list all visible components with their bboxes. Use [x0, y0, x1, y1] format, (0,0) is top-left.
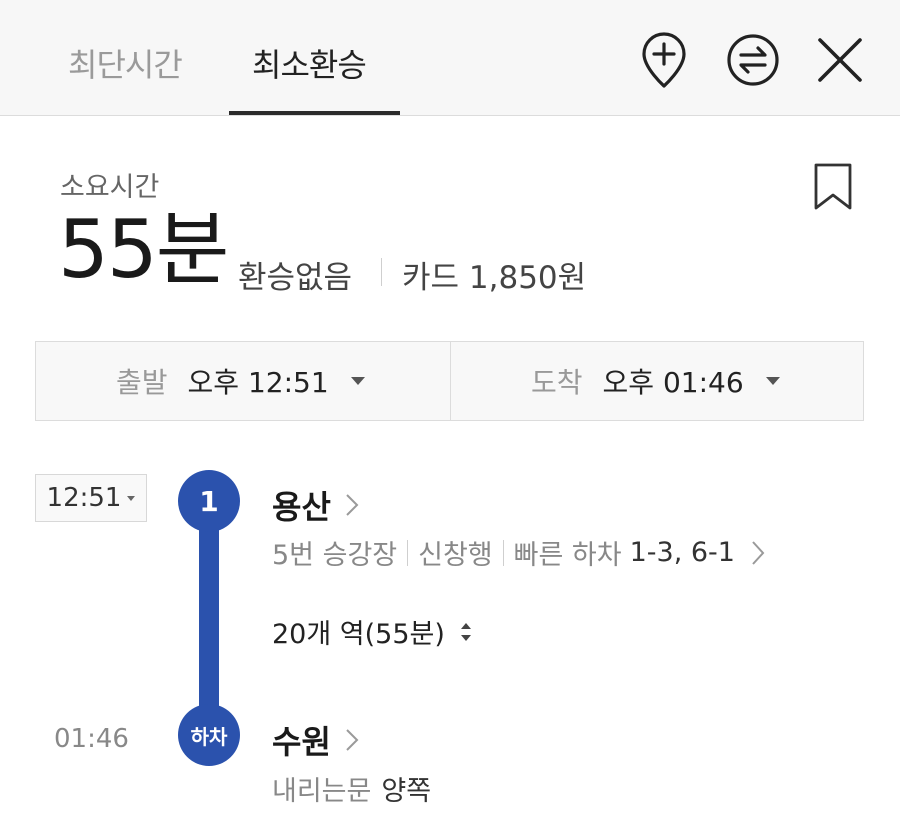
subway-line-segment: [199, 530, 219, 710]
expand-updown-icon: [460, 622, 471, 641]
train-direction: 신창행: [418, 540, 493, 571]
departure-time-value: 오후 12:51: [187, 366, 329, 399]
chevron-down-icon: [350, 377, 365, 385]
departure-time-selector[interactable]: 출발 오후 12:51: [116, 342, 365, 420]
doors-side: 양쪽: [381, 776, 432, 807]
platform-number: 5번 승강장: [272, 540, 398, 571]
alight-station-name: 수원: [272, 723, 331, 761]
tab-fastest-time[interactable]: 최단시간: [68, 40, 183, 86]
boarding-time: 12:51: [46, 483, 122, 513]
time-selector: 출발 오후 12:51 도착 오후 01:46: [35, 341, 864, 421]
add-stop-pin-icon: [642, 32, 686, 88]
duration-label: 소요시간: [60, 172, 160, 203]
doors-label: 내리는문: [272, 776, 372, 807]
alight-station[interactable]: 수원: [272, 717, 359, 763]
arrival-time-selector[interactable]: 도착 오후 01:46: [531, 342, 780, 420]
chevron-right-icon: [346, 729, 359, 751]
info-divider: [502, 539, 504, 566]
summary-divider: [381, 258, 382, 286]
bookmark-icon: [814, 163, 852, 210]
line-number-badge: 1: [178, 470, 240, 532]
chevron-down-icon: [765, 377, 780, 385]
bookmark-button[interactable]: [812, 162, 854, 212]
info-divider: [407, 539, 409, 566]
add-stop-button[interactable]: [636, 30, 692, 90]
fast-exit-cars: 1-3, 6-1: [629, 537, 735, 568]
chevron-down-icon: [127, 495, 136, 501]
swap-icon: [727, 34, 779, 86]
arrival-label: 도착: [531, 366, 583, 399]
stops-toggle[interactable]: 20개 역(55분): [272, 612, 473, 651]
swap-direction-button[interactable]: [725, 30, 781, 90]
platform-info-link[interactable]: 5번 승강장 신창행 빠른 하차 1-3, 6-1: [272, 533, 765, 572]
alight-badge: 하차: [178, 704, 240, 766]
close-button[interactable]: [812, 30, 868, 90]
time-divider: [450, 342, 451, 420]
fast-exit-label: 빠른 하차: [513, 540, 622, 571]
tab-fewest-transfers[interactable]: 최소환승: [252, 40, 367, 86]
route-header: 최단시간 최소환승: [0, 0, 900, 116]
stops-count-text: 20개 역(55분): [272, 619, 445, 650]
active-tab-indicator: [229, 111, 400, 115]
arrival-time-value: 오후 01:46: [602, 366, 744, 399]
departure-label: 출발: [116, 366, 168, 399]
chevron-right-icon: [346, 494, 359, 516]
close-icon: [818, 38, 862, 82]
transfer-count: 환승없음: [238, 260, 353, 296]
chevron-right-icon: [752, 540, 765, 565]
boarding-time-dropdown[interactable]: 12:51: [35, 474, 147, 522]
exit-door-info: 내리는문 양쪽: [272, 769, 431, 808]
total-duration: 55분: [58, 203, 229, 296]
boarding-station-name: 용산: [272, 488, 331, 526]
alight-time: 01:46: [54, 724, 129, 754]
boarding-station[interactable]: 용산: [272, 482, 359, 528]
fare-amount: 카드 1,850원: [402, 260, 587, 296]
